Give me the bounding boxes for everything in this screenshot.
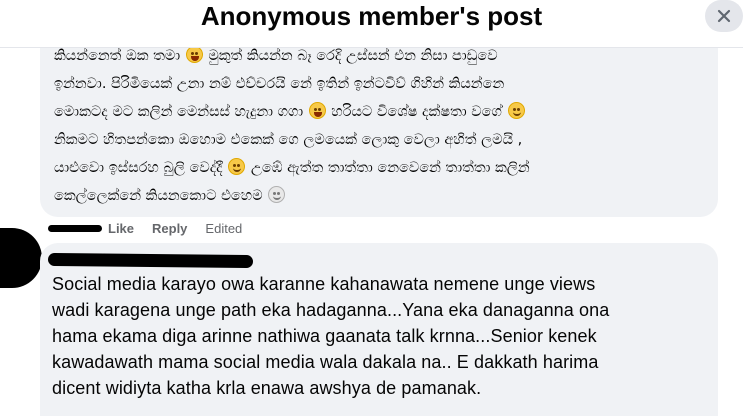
avatar[interactable] (0, 228, 42, 288)
comment-text: කියන්නෙත් ඔක තමා මුකුත් කියන්න බෑ රෙදි උ… (54, 42, 704, 210)
smiling-emoji-icon (507, 102, 525, 119)
close-icon (717, 9, 731, 23)
comment-line: hama ekama diga arinne nathiwa gaanata t… (52, 326, 597, 346)
comment-bubble: Social media karayo owa karanne kahanawa… (40, 243, 718, 416)
smiling-emoji-icon (228, 158, 246, 175)
laughing-emoji-icon (185, 46, 203, 63)
comment-actions: Like Reply Edited (40, 218, 242, 238)
comment-line: ඉන්නවා. පිරිමියෙක් උනා නම් එච්චරයි නේ ඉත… (54, 76, 505, 92)
redacted-author-name[interactable] (47, 252, 254, 269)
dialog-title: Anonymous member's post (200, 1, 543, 31)
close-button[interactable] (705, 0, 743, 32)
dialog-header: Anonymous member's post (0, 0, 743, 48)
redacted-timestamp (48, 224, 102, 232)
comment-line: මොකටද මට කලින් මෙන්සස් හැදුනා ගගා හරියට … (54, 98, 704, 126)
comment-line: wadi karagena unge path eka hadaganna...… (52, 300, 610, 320)
comment-line: dicent widiyta katha krla enawa awshya d… (52, 378, 482, 398)
comment-line: යාළුවො ඉස්සරහ බුලි වෙද්දී උඹේ ඇත්ත තාත්ත… (54, 158, 530, 176)
edited-label[interactable]: Edited (205, 221, 242, 236)
like-button[interactable]: Like (108, 221, 134, 236)
comment-line: කෙල්ලෙක්නේ කියනකොට එහෙම (54, 182, 704, 210)
laughing-emoji-icon (308, 102, 326, 119)
neutral-face-emoji-icon (268, 186, 286, 203)
reply-button[interactable]: Reply (152, 221, 187, 236)
comment-line: kawadawath mama social media wala dakala… (52, 352, 599, 372)
comment-line: Social media karayo owa karanne kahanawa… (52, 274, 596, 294)
comment-bubble: කියන්නෙත් ඔක තමා මුකුත් කියන්න බෑ රෙදි උ… (40, 28, 718, 217)
comment-line: නිකමට හිතපන්කො ඔහොම එකෙක් ගෙ ලමයෙක් ලොකු… (54, 132, 523, 148)
comment-text: Social media karayo owa karanne kahanawa… (52, 271, 712, 401)
